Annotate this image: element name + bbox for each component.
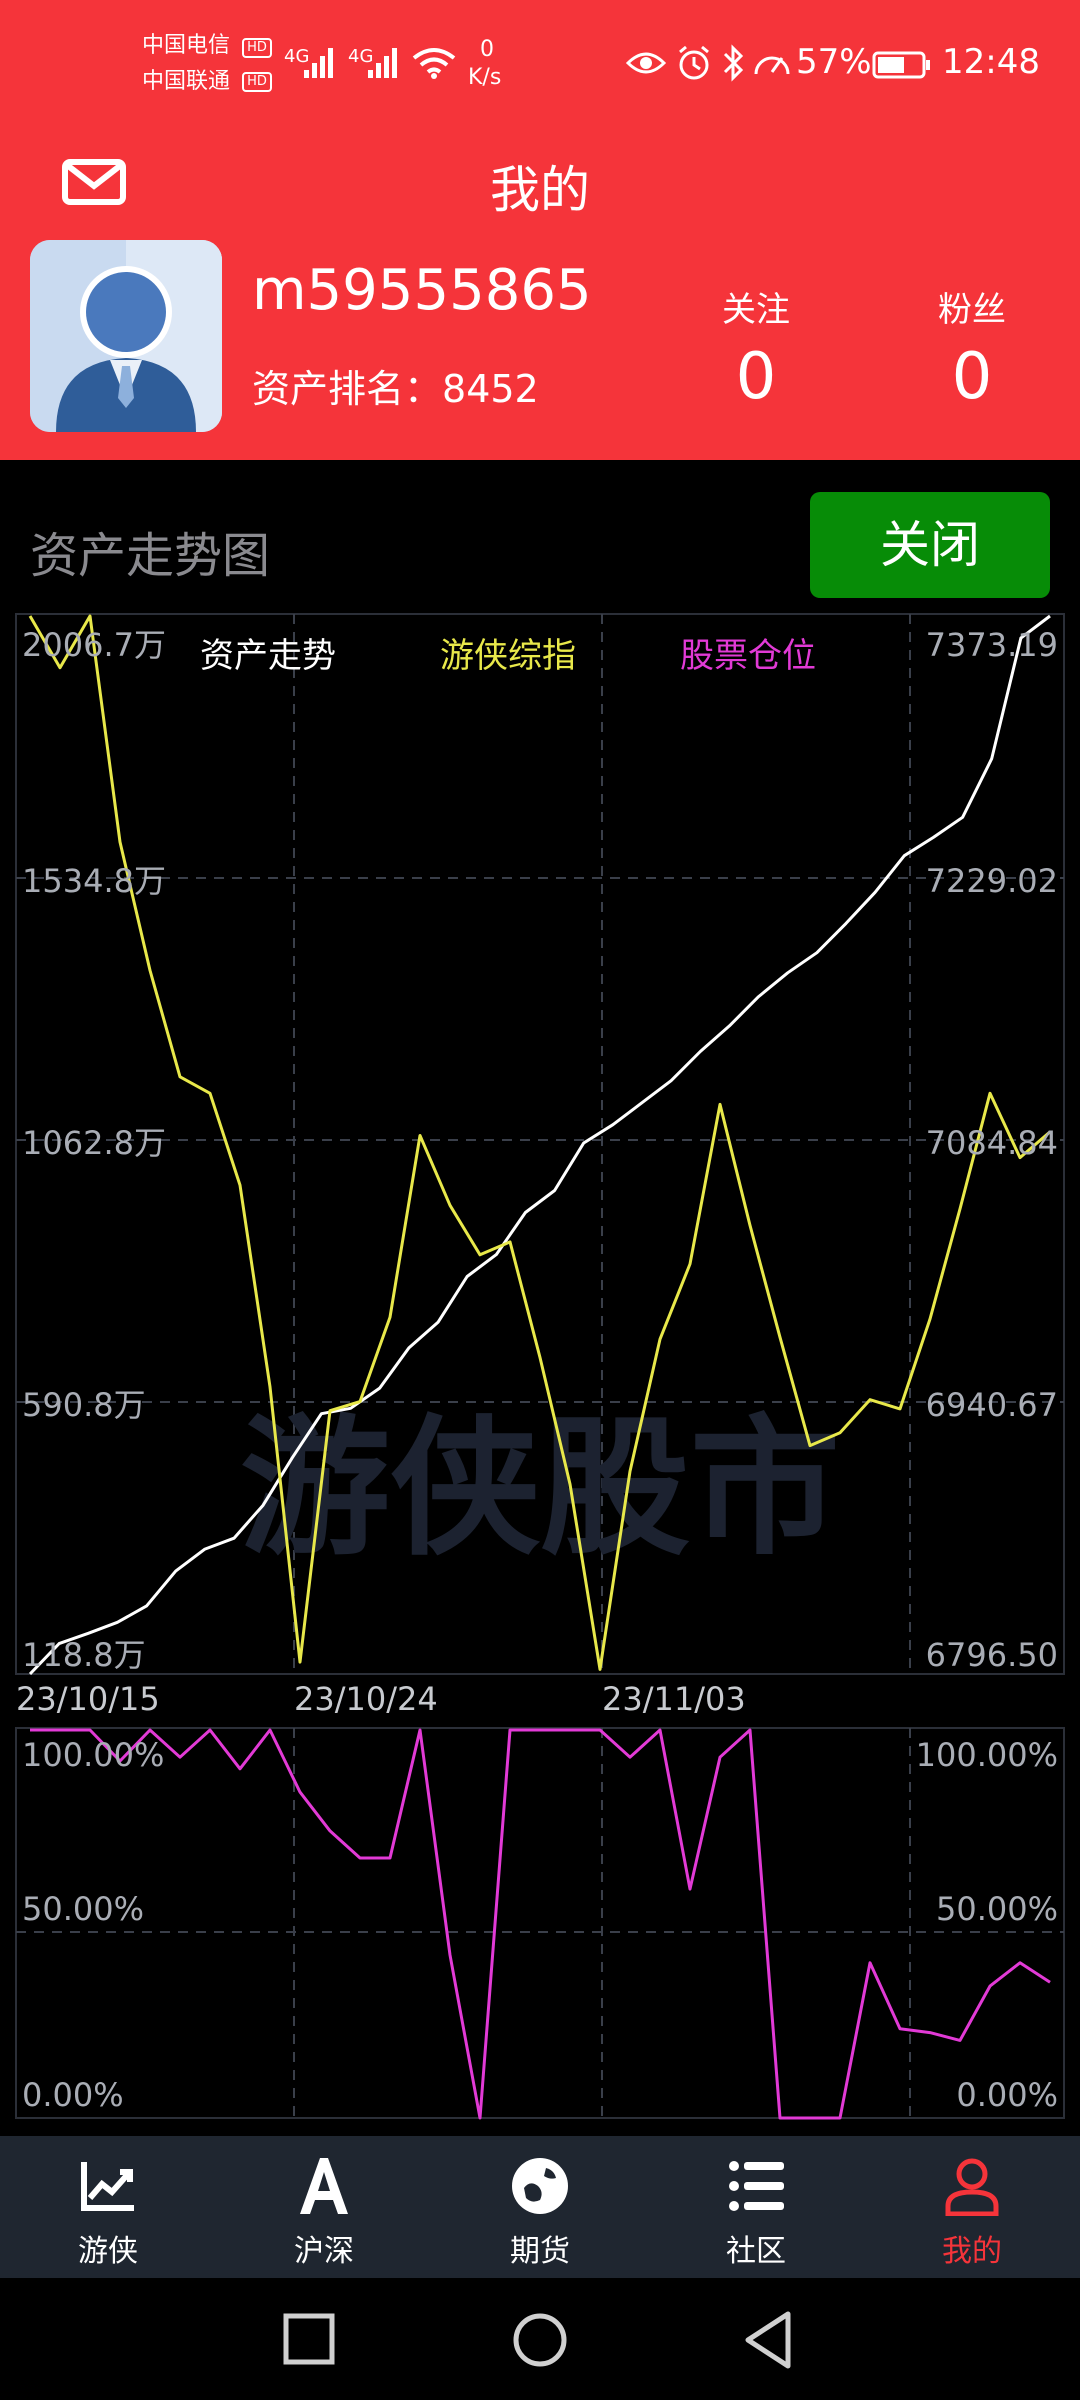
avatar-image: [30, 240, 222, 432]
hd-badge-2: HD: [242, 72, 272, 92]
person-icon: [945, 2158, 999, 2216]
net-speed-unit: K/s: [468, 65, 502, 90]
alarm-icon: [679, 45, 709, 80]
x-tick: 23/10/24: [294, 1680, 438, 1718]
x-tick: 23/10/15: [16, 1680, 160, 1718]
carrier-2: 中国联通: [142, 69, 231, 94]
trend-chart-icon: [81, 2162, 134, 2211]
y-left-tick: 590.8万: [22, 1386, 146, 1424]
avatar[interactable]: [30, 240, 222, 432]
plot-frame-2: [15, 1727, 1065, 2119]
battery-icon: [872, 51, 930, 79]
recent-apps-icon[interactable]: [282, 2312, 338, 2368]
nav-label: 我的: [942, 2234, 1002, 2269]
bottom-nav: 游侠 沪深 期货 社区 我的: [0, 2136, 1080, 2278]
follow-count[interactable]: 0: [696, 340, 816, 414]
nav-label: 社区: [726, 2234, 786, 2269]
nav-label: 期货: [510, 2234, 570, 2269]
username: m59555865: [252, 258, 592, 323]
fans-label[interactable]: 粉丝: [912, 282, 1032, 331]
legend-stock-position: 股票仓位: [680, 636, 816, 676]
nav-label: 沪深: [294, 2234, 354, 2269]
y-right-tick: 7084.84: [926, 1124, 1058, 1162]
wifi-icon: [412, 48, 456, 79]
x-tick: 23/11/03: [602, 1680, 746, 1718]
net-speed-value: 0: [480, 37, 494, 62]
nav-item-hushen[interactable]: 沪深: [244, 2136, 404, 2278]
follow-label[interactable]: 关注: [696, 282, 816, 331]
eye-icon: [626, 52, 666, 74]
y-left-tick: 118.8万: [22, 1636, 146, 1674]
home-icon[interactable]: [510, 2310, 570, 2370]
carrier-1: 中国电信: [142, 33, 231, 58]
nav-item-youxia[interactable]: 游侠: [28, 2136, 188, 2278]
y-left-tick: 100.00%: [22, 1736, 164, 1774]
clock: 12:48: [942, 42, 1040, 82]
page-title: 我的: [490, 161, 590, 219]
stock-position-chart: 100.00% 100.00% 50.00% 50.00% 0.00% 0.00%: [15, 1727, 1065, 2120]
y-left-tick: 1534.8万: [22, 862, 166, 900]
asset-trend-chart: 游侠股市 2006.7万 7373.19 1534.8万 7229.02 1062.8万…: [15, 613, 1065, 1718]
asset-rank-value: 8452: [442, 367, 539, 411]
y-left-tick: 50.00%: [22, 1890, 144, 1928]
chart-section-title: 资产走势图: [30, 528, 271, 584]
nav-item-community[interactable]: 社区: [676, 2136, 836, 2278]
nav-label: 游侠: [78, 2234, 138, 2269]
signal-icon: [304, 48, 333, 78]
y-right-tick: 6940.67: [926, 1386, 1058, 1424]
y-left-tick: 2006.7万: [22, 626, 166, 664]
y-left-tick: 0.00%: [22, 2076, 124, 2114]
list-icon: [729, 2161, 784, 2211]
status-bar: 中国电信 中国联通 HD HD 4G 4G 0 K/s 57% 12:48: [0, 0, 1080, 130]
y-left-tick: 1062.8万: [22, 1124, 166, 1162]
bluetooth-icon: [723, 44, 744, 82]
watermark: 游侠股市: [240, 1402, 840, 1576]
fans-count[interactable]: 0: [912, 340, 1032, 414]
y-right-tick: 7229.02: [926, 862, 1058, 900]
close-button[interactable]: 关闭: [810, 492, 1050, 598]
y-right-tick: 100.00%: [916, 1736, 1058, 1774]
profile-header: 我的 m59555865 资产排名：8452 关注 0 粉丝 0: [0, 130, 1080, 460]
signal-icon-2: [368, 48, 397, 78]
y-right-tick: 0.00%: [956, 2076, 1058, 2114]
back-icon[interactable]: [740, 2308, 800, 2372]
globe-icon: [512, 2158, 568, 2214]
y-right-tick: 50.00%: [936, 1890, 1058, 1928]
legend-youxia-index: 游侠综指: [440, 636, 576, 676]
y-right-tick: 6796.50: [926, 1636, 1058, 1674]
nav-item-futures[interactable]: 期货: [460, 2136, 620, 2278]
nav-item-mine[interactable]: 我的: [892, 2136, 1052, 2278]
asset-rank-label: 资产排名：: [252, 367, 443, 411]
letter-a-icon: [300, 2158, 348, 2214]
asset-rank: 资产排名：8452: [252, 358, 539, 413]
speed-icon: [754, 56, 790, 75]
system-nav-bar: [0, 2278, 1080, 2400]
hd-badge-1: HD: [242, 38, 272, 58]
y-right-tick: 7373.19: [926, 626, 1058, 664]
legend-asset-trend: 资产走势: [200, 636, 336, 676]
battery-percent: 57%: [796, 42, 872, 82]
